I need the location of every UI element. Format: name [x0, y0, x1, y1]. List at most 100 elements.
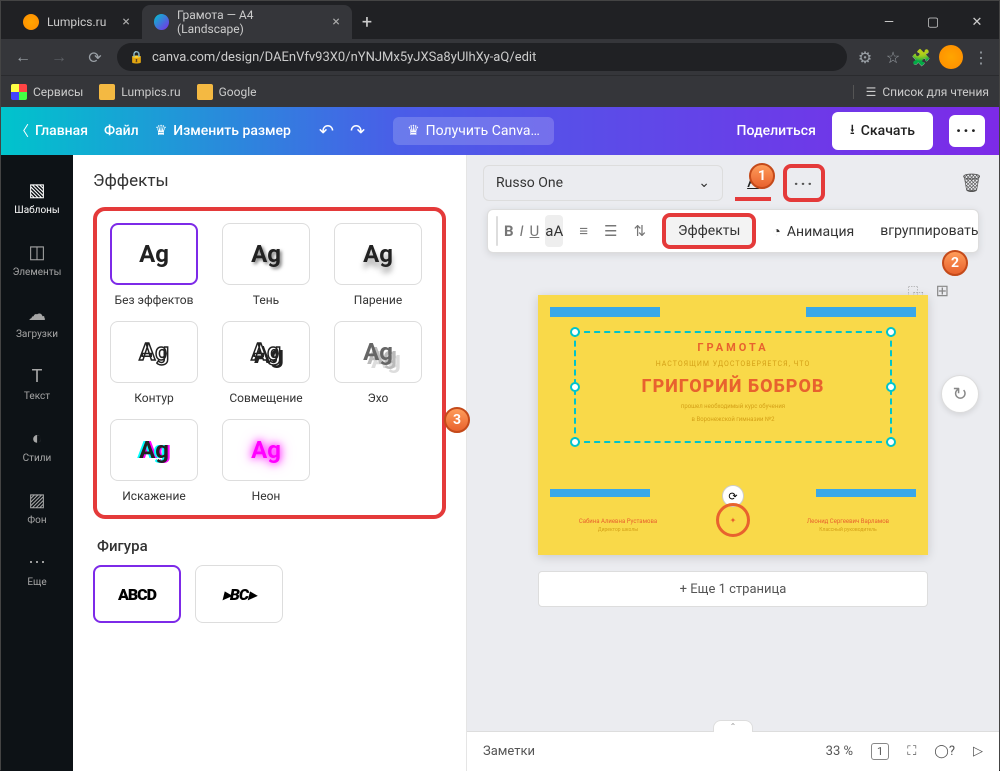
rail-uploads[interactable]: ☁Загрузки [1, 291, 73, 353]
templates-icon: ▧ [28, 180, 45, 201]
page-indicator[interactable]: 1 [871, 743, 889, 760]
apps-icon [11, 84, 27, 100]
rail-text[interactable]: TТекст [1, 353, 73, 415]
list-button[interactable]: ☰ [604, 215, 617, 247]
more-icon: ⋯ [28, 552, 46, 573]
present-button[interactable]: ▷ [973, 744, 983, 759]
align-button[interactable]: ≡ [579, 215, 588, 247]
resize-button[interactable]: ♛Изменить размер [155, 123, 291, 139]
translate-icon[interactable]: ⚙ [855, 47, 875, 67]
reading-list-button[interactable]: ☰Список для чтения [853, 85, 989, 99]
bold-button[interactable]: B [504, 215, 514, 247]
extension-icon[interactable]: 🧩 [911, 47, 931, 67]
fullscreen-button[interactable]: ⛶ [907, 744, 916, 759]
rail-background[interactable]: ▨Фон [1, 477, 73, 539]
shape-section-title: Фигура [97, 537, 446, 555]
nav-forward-button[interactable]: → [45, 43, 73, 71]
add-page-icon[interactable]: ⊞ [936, 281, 949, 305]
canva-top-toolbar: 〈Главная Файл ♛Изменить размер ↶ ↷ ♛Полу… [1, 107, 999, 155]
cert-seal[interactable]: ✦ [716, 503, 750, 537]
chevron-left-icon: 〈 [15, 121, 29, 141]
effect-option[interactable]: Ag [110, 419, 198, 481]
rail-templates[interactable]: ▧Шаблоны [1, 167, 73, 229]
effect-label: Эхо [368, 391, 389, 405]
tab-close-icon[interactable]: × [332, 14, 339, 30]
bottom-bar: ⌃ Заметки 33 % 1 ⛶ ◯? ▷ [467, 731, 999, 771]
font-name: Russo One [496, 175, 563, 191]
url-input[interactable]: 🔒 canva.com/design/DAEnVfv93X0/nYNJMx5yJ… [117, 43, 847, 71]
toolbar-more-button[interactable]: ··· [783, 164, 825, 202]
download-button[interactable]: ⭳Скачать [832, 112, 933, 150]
help-button[interactable]: ◯? [934, 744, 955, 759]
file-button[interactable]: Файл [104, 123, 139, 139]
bookmark-services[interactable]: Сервисы [11, 84, 83, 100]
font-size-decrease[interactable]: − [497, 217, 498, 245]
nav-back-button[interactable]: ← [9, 43, 37, 71]
nav-reload-button[interactable]: ⟳ [81, 43, 109, 71]
crown-icon: ♛ [155, 123, 168, 139]
step-badge-2: 2 [942, 250, 968, 276]
effect-option[interactable]: Ag [334, 321, 422, 383]
profile-avatar[interactable] [939, 45, 963, 69]
effect-label: Неон [252, 489, 281, 503]
favicon-icon [23, 14, 39, 30]
home-button[interactable]: 〈Главная [15, 121, 88, 141]
bookmark-google[interactable]: Google [197, 84, 257, 100]
new-tab-button[interactable]: + [352, 12, 382, 33]
more-button[interactable]: ··· [949, 115, 985, 147]
tab-close-icon[interactable]: × [122, 14, 129, 30]
effect-label: Без эффектов [115, 293, 194, 307]
effect-option[interactable]: Ag [110, 223, 198, 285]
rail-more[interactable]: ⋯Еще [1, 539, 73, 601]
effect-option[interactable]: Ag [222, 321, 310, 383]
effects-button[interactable]: Эффекты [662, 213, 756, 249]
group-button[interactable]: вгруппировать [870, 223, 988, 239]
browser-tab-canva[interactable]: Грамота — A4 (Landscape) × [142, 5, 352, 39]
font-dropdown[interactable]: Russo One ⌄ [483, 165, 723, 201]
add-page-button[interactable]: + Еще 1 страница [538, 571, 928, 607]
zoom-label[interactable]: 33 % [826, 744, 853, 759]
effects-grid: AgБез эффектовAgТеньAgПарениеAgКонтурAgС… [93, 207, 446, 519]
animation-button[interactable]: ◔Анимация [762, 223, 864, 240]
effect-label: Контур [134, 391, 174, 405]
shape-option-curve[interactable]: ▸BC▸ [195, 565, 283, 623]
rail-styles[interactable]: ◐Стили [1, 415, 73, 477]
step-badge-3: 3 [444, 407, 470, 433]
case-button[interactable]: aA [545, 215, 563, 247]
tab-title: Lumpics.ru [47, 15, 106, 29]
rail-elements[interactable]: ◫Элементы [1, 229, 73, 291]
menu-icon[interactable]: ⋮ [971, 47, 991, 67]
redo-button[interactable]: ↷ [350, 121, 365, 142]
effect-option[interactable]: Ag [110, 321, 198, 383]
bookmarks-bar: Сервисы Lumpics.ru Google ☰Список для чт… [1, 75, 999, 107]
get-canva-button[interactable]: ♛Получить Canva… [393, 117, 554, 145]
window-maximize-button[interactable]: ▢ [911, 5, 955, 39]
chevron-down-icon: ⌄ [698, 175, 710, 191]
lock-icon: 🔒 [129, 50, 144, 64]
undo-button[interactable]: ↶ [319, 121, 334, 142]
effect-option[interactable]: Ag [222, 419, 310, 481]
cert-sign-left[interactable]: Сабина Алиевна Рустамова Директор школы [568, 518, 668, 533]
spacing-button[interactable]: ⇅ [633, 215, 646, 247]
star-icon[interactable]: ☆ [883, 47, 903, 67]
expand-notes-button[interactable]: ⌃ [713, 720, 753, 732]
underline-button[interactable]: U [530, 215, 540, 247]
delete-button[interactable]: 🗑 [960, 173, 983, 194]
shape-option-flat[interactable]: ABCD [93, 565, 181, 623]
canvas-area: Russo One ⌄ A ··· 1 🗑 − 27,2 + B I U aA … [467, 155, 999, 771]
folder-icon [99, 84, 115, 100]
bookmark-lumpics[interactable]: Lumpics.ru [99, 84, 180, 100]
effect-option[interactable]: Ag [222, 223, 310, 285]
notes-button[interactable]: Заметки [483, 744, 535, 759]
cert-sign-right[interactable]: Леонид Сергеевич Варламов Классный руков… [798, 518, 898, 533]
window-minimize-button[interactable]: — [867, 5, 911, 39]
crown-icon: ♛ [407, 123, 420, 139]
position-button[interactable]: Расположение [994, 223, 1000, 239]
browser-tab-lumpics[interactable]: Lumpics.ru × [11, 5, 142, 39]
share-button[interactable]: Поделиться [737, 123, 816, 139]
window-close-button[interactable]: ✕ [955, 5, 999, 39]
comment-button[interactable]: ↻ [941, 375, 979, 413]
effect-option[interactable]: Ag [334, 223, 422, 285]
certificate-page[interactable]: ГРАМОТА НАСТОЯЩИМ УДОСТОВЕРЯЕТСЯ, ЧТО ГР… [538, 295, 928, 555]
italic-button[interactable]: I [520, 215, 524, 247]
